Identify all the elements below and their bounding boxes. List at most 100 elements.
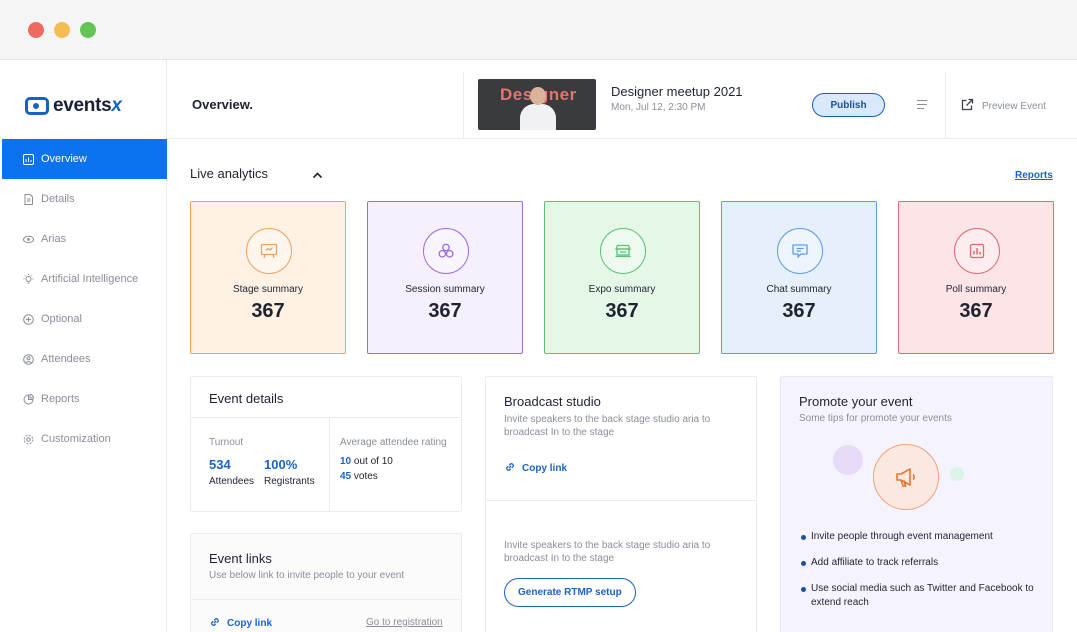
event-name: Designer meetup 2021 xyxy=(611,84,743,99)
preview-event-button[interactable]: Preview Event xyxy=(961,98,1046,114)
stat-label: Session summary xyxy=(405,284,485,295)
attendees-label: Attendees xyxy=(209,476,255,487)
sidebar-item-reports[interactable]: Reports xyxy=(2,379,167,419)
decorative-bubble xyxy=(833,445,863,475)
turnout-label: Turnout xyxy=(209,437,244,448)
event-date: Mon, Jul 12, 2:30 PM xyxy=(611,102,706,113)
event-links-subtitle: Use below link to invite people to your … xyxy=(209,570,405,581)
registrants-value: 100% xyxy=(264,457,298,472)
user-circle-icon xyxy=(23,353,34,365)
copy-link-label: Copy link xyxy=(522,463,568,474)
gear-icon xyxy=(23,434,34,445)
rating-suffix: out of 10 xyxy=(353,456,393,467)
people-icon xyxy=(423,228,469,274)
stat-label: Poll summary xyxy=(945,284,1007,295)
sidebar: eventsx Overview Details Arias Artificia… xyxy=(0,60,167,632)
promote-tip: Invite people through event management xyxy=(801,530,1041,544)
sidebar-item-label: Artificial Intelligence xyxy=(41,273,139,285)
divider xyxy=(191,599,461,600)
plus-circle-icon xyxy=(23,313,34,325)
pie-icon xyxy=(23,393,34,405)
copy-link-label: Copy link xyxy=(227,618,273,629)
stat-label: Chat summary xyxy=(766,284,832,295)
external-link-icon xyxy=(961,98,974,114)
close-window-button[interactable] xyxy=(28,22,44,38)
votes-value: 45 xyxy=(340,471,352,482)
event-copy-link[interactable]: Copy link xyxy=(209,616,272,631)
stat-card-expo-summary[interactable]: Expo summary 367 xyxy=(544,201,700,354)
stat-card-stage-summary[interactable]: Stage summary 367 xyxy=(190,201,346,354)
broadcast-description-rtmp: Invite speakers to the back stage studio… xyxy=(504,540,711,564)
generate-rtmp-button[interactable]: Generate RTMP setup xyxy=(504,578,636,607)
stat-card-poll-summary[interactable]: Poll summary 367 xyxy=(898,201,1054,354)
thumbnail-person-body xyxy=(520,104,556,130)
app-logo[interactable]: eventsx xyxy=(25,95,122,117)
go-to-registration-link[interactable]: Go to registration xyxy=(366,617,443,628)
chart-icon xyxy=(23,153,34,165)
broadcast-studio-panel: Broadcast studio Invite speakers to the … xyxy=(485,376,757,632)
link-icon xyxy=(209,616,221,631)
link-icon xyxy=(504,461,516,476)
promote-subtitle: Some tips for promote your events xyxy=(799,413,952,424)
sidebar-item-label: Overview xyxy=(41,153,87,165)
logo-text: eventsx xyxy=(53,95,122,116)
sidebar-item-label: Customization xyxy=(41,433,111,445)
sidebar-item-label: Details xyxy=(41,193,75,205)
promote-title: Promote your event xyxy=(799,394,913,409)
thumbnail-person-head xyxy=(530,87,546,105)
promote-event-panel: Promote your event Some tips for promote… xyxy=(780,376,1053,632)
sidebar-item-customization[interactable]: Customization xyxy=(2,419,167,459)
sidebar-item-label: Arias xyxy=(41,233,67,245)
menu-icon[interactable] xyxy=(917,100,927,109)
header-divider xyxy=(463,72,464,138)
rating-value: 10 xyxy=(340,456,352,467)
stat-card-chat-summary[interactable]: Chat summary 367 xyxy=(721,201,877,354)
sidebar-item-label: Reports xyxy=(41,393,80,405)
stat-value: 367 xyxy=(251,300,285,322)
event-details-panel: Event details Turnout 534 Attendees 100%… xyxy=(190,376,462,512)
sidebar-item-details[interactable]: Details xyxy=(2,179,167,219)
event-links-title: Event links xyxy=(209,551,272,566)
reports-link[interactable]: Reports xyxy=(1015,170,1053,181)
stat-value: 367 xyxy=(428,300,462,322)
sidebar-item-optional[interactable]: Optional xyxy=(2,299,167,339)
divider xyxy=(191,417,461,418)
chat-icon xyxy=(777,228,823,274)
divider xyxy=(329,417,330,512)
promote-tip: Add affiliate to track referrals xyxy=(801,556,1041,570)
event-links-panel: Event links Use below link to invite peo… xyxy=(190,533,462,632)
poll-icon xyxy=(954,228,1000,274)
preview-event-label: Preview Event xyxy=(982,100,1046,112)
megaphone-icon xyxy=(873,444,939,510)
chevron-up-icon[interactable] xyxy=(312,168,323,186)
sidebar-item-attendees[interactable]: Attendees xyxy=(2,339,167,379)
window-titlebar xyxy=(0,0,1077,60)
sidebar-item-overview[interactable]: Overview xyxy=(2,139,167,179)
decorative-bubble xyxy=(950,467,964,481)
stat-card-session-summary[interactable]: Session summary 367 xyxy=(367,201,523,354)
promote-tip: Use social media such as Twitter and Fac… xyxy=(801,582,1041,610)
minimize-window-button[interactable] xyxy=(54,22,70,38)
sidebar-item-label: Attendees xyxy=(41,353,91,365)
booth-icon xyxy=(600,228,646,274)
stat-label: Expo summary xyxy=(588,284,656,295)
rating-label: Average attendee rating xyxy=(340,437,447,448)
votes-line: 45 votes xyxy=(340,471,378,482)
maximize-window-button[interactable] xyxy=(80,22,96,38)
live-analytics-title: Live analytics xyxy=(190,166,269,181)
publish-button[interactable]: Publish xyxy=(812,93,885,117)
broadcast-copy-link[interactable]: Copy link xyxy=(504,461,567,476)
presentation-icon xyxy=(246,228,292,274)
logo-mark-icon xyxy=(25,97,49,115)
votes-suffix: votes xyxy=(353,471,378,482)
sidebar-nav: Overview Details Arias Artificial Intell… xyxy=(2,139,167,459)
stat-value: 367 xyxy=(959,300,993,322)
divider xyxy=(486,500,756,501)
stat-label: Stage summary xyxy=(232,284,304,295)
sidebar-item-artificial-intelligence[interactable]: Artificial Intelligence xyxy=(2,259,167,299)
attendees-value: 534 xyxy=(209,457,231,472)
broadcast-title: Broadcast studio xyxy=(504,394,601,409)
broadcast-description: Invite speakers to the back stage studio… xyxy=(504,414,711,438)
event-thumbnail[interactable]: Designer xyxy=(478,79,596,130)
sidebar-item-arias[interactable]: Arias xyxy=(2,219,167,259)
